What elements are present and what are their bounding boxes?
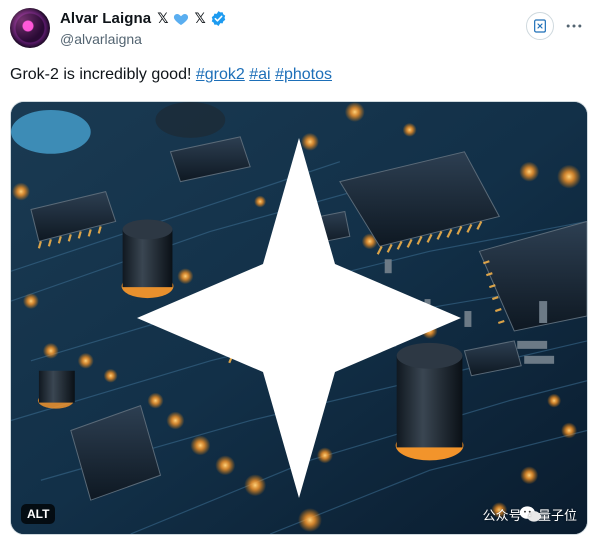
sparkle-icon [137, 138, 461, 498]
alt-badge[interactable]: ALT [21, 504, 56, 524]
x-badge-2: 𝕏 [194, 10, 206, 26]
watermark-separator: · [527, 507, 532, 522]
more-dots-icon [566, 24, 582, 28]
grok-icon [534, 19, 546, 33]
more-button[interactable] [562, 14, 586, 38]
author-display-name[interactable]: Alvar Laigna [60, 10, 151, 27]
x-badge: 𝕏 [157, 10, 169, 26]
hashtag-photos[interactable]: #photos [275, 66, 332, 83]
hashtag-ai[interactable]: #ai [249, 66, 270, 83]
tweet-text: Grok-2 is incredibly good! #grok2 #ai #p… [10, 66, 332, 84]
tweet-body: Grok-2 is incredibly good! [10, 66, 192, 83]
author-handle[interactable]: @alvarlaigna [60, 31, 142, 47]
grok-button[interactable] [526, 12, 554, 40]
hashtag-grok2[interactable]: #grok2 [196, 66, 245, 83]
verified-check-icon [211, 11, 226, 26]
tweet-header: Alvar Laigna 𝕏 𝕏 @alvarlaigna [10, 8, 590, 52]
avatar[interactable] [10, 8, 50, 48]
watermark: 公众号 · 量子位 [483, 505, 577, 524]
blue-heart-icon [173, 13, 188, 25]
tweet-photo[interactable]: ALT 公众号 · 量子位 [10, 101, 588, 535]
author-name-row: Alvar Laigna 𝕏 𝕏 [60, 10, 227, 27]
